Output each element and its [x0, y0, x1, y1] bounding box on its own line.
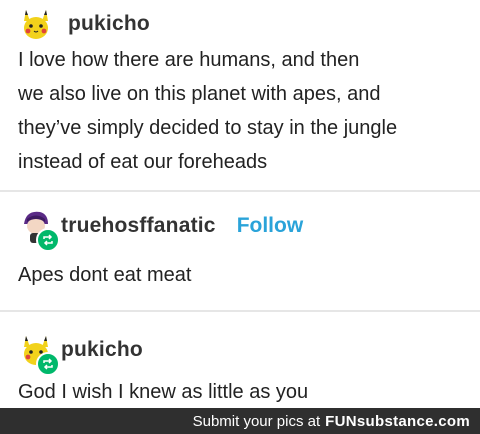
post-header: pukicho	[18, 332, 143, 376]
post-username[interactable]: pukicho	[68, 12, 150, 36]
post-body: Apes dont eat meat	[18, 264, 192, 286]
post-header: truehosffanatic Follow	[18, 208, 304, 252]
reblog-icon	[36, 352, 60, 376]
post-header: pukicho	[18, 6, 150, 42]
purple-character-avatar-icon[interactable]	[18, 208, 60, 252]
post-2: truehosffanatic Follow Apes dont eat mea…	[0, 192, 480, 310]
pikachu-avatar-icon[interactable]	[18, 332, 60, 376]
follow-button[interactable]: Follow	[237, 214, 304, 238]
post-body: God I wish I knew as little as you	[18, 381, 309, 403]
pikachu-avatar-icon[interactable]	[18, 6, 54, 42]
reblog-icon	[36, 228, 60, 252]
watermark-prefix: Submit your pics at	[192, 412, 321, 430]
post-3: pukicho God I wish I knew as little as y…	[0, 312, 480, 408]
post-1: pukicho I love how there are humans, and…	[0, 0, 480, 190]
post-username[interactable]: pukicho	[61, 338, 143, 362]
watermark-brand[interactable]: FUNsubstance.com	[325, 413, 470, 430]
watermark-bar: Submit your pics at FUNsubstance.com	[0, 408, 480, 434]
post-body: I love how there are humans, and then we…	[18, 49, 398, 173]
post-username[interactable]: truehosffanatic	[61, 214, 216, 238]
